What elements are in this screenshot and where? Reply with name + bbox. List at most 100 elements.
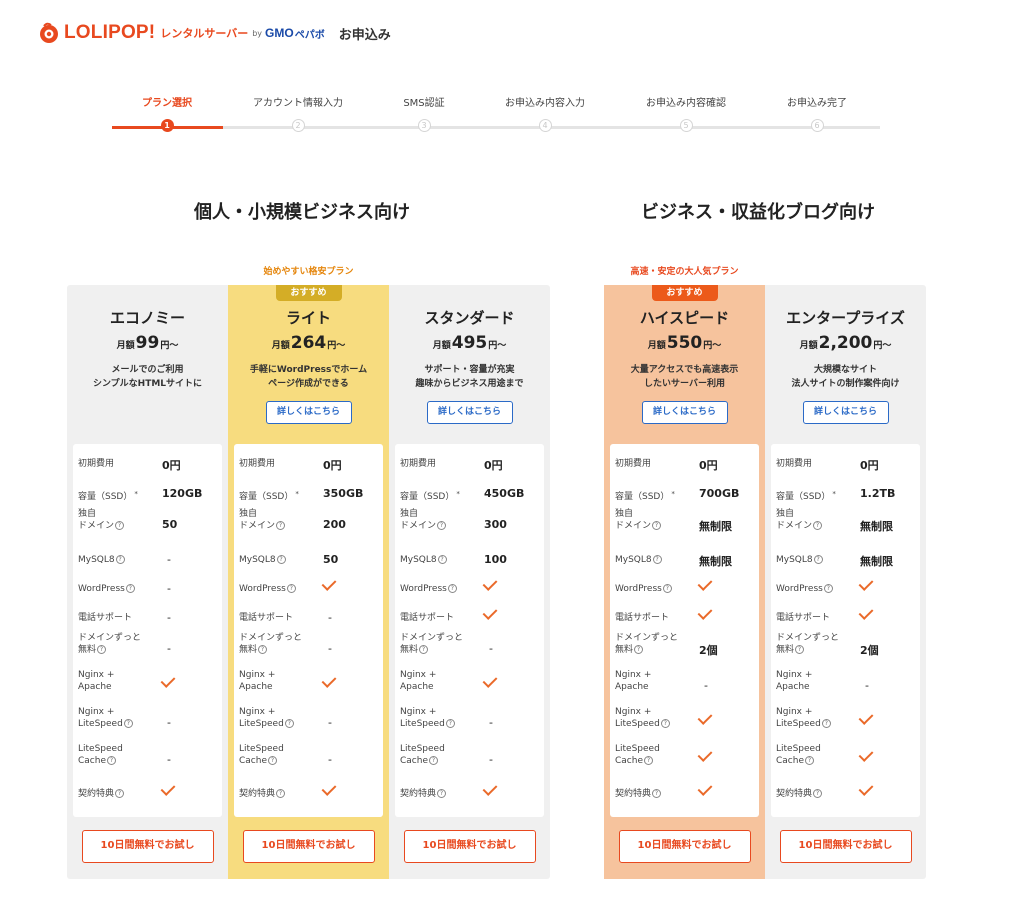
feature-label-line: MySQL8? — [78, 554, 125, 566]
help-icon[interactable]: ? — [437, 789, 447, 798]
help-icon[interactable]: ? — [115, 555, 125, 564]
free-trial-button[interactable]: 10日間無料でお試し — [779, 830, 912, 863]
plan-features: 初期費用 0円 容量（SSD） * 700GB 独自 ドメイン? 無制限 MySQL8? 無制限 W… — [610, 444, 759, 817]
plan-description-line: サポート・容量が充実 — [424, 365, 515, 375]
feature-label-line: ドメイン? — [239, 520, 286, 532]
feature-label-text: ドメイン — [239, 521, 276, 531]
step-label: SMS認証 — [403, 98, 445, 109]
feature-label-line: MySQL8? — [615, 554, 662, 566]
help-icon[interactable]: ? — [660, 719, 670, 728]
feature-label-text: Cache — [615, 756, 643, 766]
feature-label-line: LiteSpeed — [400, 743, 445, 755]
help-icon[interactable]: ? — [276, 555, 286, 564]
help-icon[interactable]: ? — [286, 584, 296, 593]
price-value: 264 — [290, 333, 327, 353]
feature-value: - — [167, 753, 171, 766]
help-icon[interactable]: ? — [813, 789, 823, 798]
feature-label-text: Apache — [615, 682, 649, 692]
plan-details-button[interactable]: 詳しくはこちら — [641, 401, 728, 424]
help-icon[interactable]: ? — [823, 584, 833, 593]
help-icon[interactable]: ? — [813, 555, 823, 564]
price-unit: 円〜 — [327, 341, 346, 351]
help-icon[interactable]: ? — [662, 584, 672, 593]
free-trial-button[interactable]: 10日間無料でお試し — [618, 830, 751, 863]
feature-label-text: 容量（SSD） — [239, 492, 294, 502]
feature-label-line: Cache? — [615, 755, 660, 767]
help-icon[interactable]: ? — [437, 555, 447, 564]
plan-price: 月額495円〜 — [389, 333, 550, 353]
help-icon[interactable]: ? — [821, 719, 831, 728]
feature-label-text: 電話サポート — [776, 613, 831, 623]
check-icon — [858, 747, 874, 762]
help-icon[interactable]: ? — [805, 756, 814, 765]
feature-value: 450GB — [484, 487, 525, 500]
help-icon[interactable]: ? — [652, 789, 662, 798]
help-icon[interactable]: ? — [795, 645, 805, 654]
progress-stepper: プラン選択 1 アカウント情報入力 2 SMS認証 3 お申込み内容入力 4 お申込み内容確認 5… — [112, 96, 880, 140]
feature-label-text: LiteSpeed — [400, 744, 445, 754]
help-icon[interactable]: ? — [115, 521, 125, 530]
plan-details-button[interactable]: 詳しくはこちら — [265, 401, 352, 424]
help-icon[interactable]: ? — [447, 584, 457, 593]
help-icon[interactable]: ? — [123, 719, 133, 728]
help-icon[interactable]: ? — [652, 555, 662, 564]
feature-label-line: Nginx + — [78, 669, 114, 681]
help-icon[interactable]: ? — [419, 645, 429, 654]
plan-details-button[interactable]: 詳しくはこちら — [802, 401, 889, 424]
feature-label-text: Apache — [400, 682, 434, 692]
help-icon[interactable]: ? — [125, 584, 135, 593]
feature-label-line: WordPress? — [239, 583, 296, 595]
lolipop-logo-icon[interactable] — [38, 22, 60, 44]
help-icon[interactable]: ? — [644, 756, 653, 765]
footnote-mark: * — [832, 490, 836, 498]
feature-label: 契約特典? — [615, 788, 662, 800]
help-icon[interactable]: ? — [276, 789, 286, 798]
feature-label-text: WordPress — [776, 584, 823, 594]
brand-name[interactable]: LOLIPOP! — [64, 22, 155, 44]
plan-description-line: 法人サイトの制作案件向け — [791, 379, 900, 389]
feature-label-text: 無料 — [78, 645, 97, 655]
help-icon[interactable]: ? — [276, 521, 286, 530]
feature-label: 初期費用 — [78, 458, 114, 470]
free-trial-button[interactable]: 10日間無料でお試し — [81, 830, 214, 863]
feature-value: 0円 — [860, 459, 879, 472]
feature-label-text: Nginx + — [78, 670, 115, 680]
feature-label: MySQL8? — [239, 554, 286, 566]
feature-value: 0円 — [323, 459, 342, 472]
feature-label-line: 初期費用 — [239, 458, 275, 470]
help-icon[interactable]: ? — [115, 789, 125, 798]
free-trial-button[interactable]: 10日間無料でお試し — [242, 830, 375, 863]
feature-label-line: Cache? — [239, 755, 284, 767]
feature-label-text: LiteSpeed — [776, 744, 821, 754]
help-icon[interactable]: ? — [437, 521, 447, 530]
feature-value: 50 — [162, 518, 178, 531]
price-unit: 円〜 — [703, 341, 722, 351]
feature-label-text: Apache — [239, 682, 273, 692]
help-icon[interactable]: ? — [445, 719, 455, 728]
page-title: お申込み — [338, 27, 391, 43]
help-icon[interactable]: ? — [284, 719, 294, 728]
step-4: お申込み内容入力 4 — [480, 96, 610, 132]
step-6: お申込み完了 6 — [752, 96, 882, 132]
help-icon[interactable]: ? — [652, 521, 662, 530]
feature-label-text: 独自 — [239, 509, 258, 519]
plan-price: 月額2,200円〜 — [765, 333, 926, 353]
price-prefix: 月額 — [116, 341, 135, 351]
help-icon[interactable]: ? — [634, 645, 644, 654]
feature-label: 電話サポート — [776, 612, 830, 624]
free-trial-button[interactable]: 10日間無料でお試し — [403, 830, 536, 863]
feature-label-text: 電話サポート — [615, 613, 670, 623]
feature-label-text: Nginx + — [776, 707, 813, 717]
help-icon[interactable]: ? — [258, 645, 268, 654]
help-icon[interactable]: ? — [429, 756, 438, 765]
help-icon[interactable]: ? — [268, 756, 277, 765]
feature-label-line: 初期費用 — [78, 458, 114, 470]
help-icon[interactable]: ? — [97, 645, 107, 654]
help-icon[interactable]: ? — [813, 521, 823, 530]
plan-price: 月額264円〜 — [228, 333, 389, 353]
plan-details-button[interactable]: 詳しくはこちら — [426, 401, 513, 424]
feature-label-text: LiteSpeed — [239, 719, 284, 729]
section-title-personal: 個人・小規模ビジネス向け — [194, 202, 410, 223]
help-icon[interactable]: ? — [107, 756, 116, 765]
price-unit: 円〜 — [160, 341, 179, 351]
